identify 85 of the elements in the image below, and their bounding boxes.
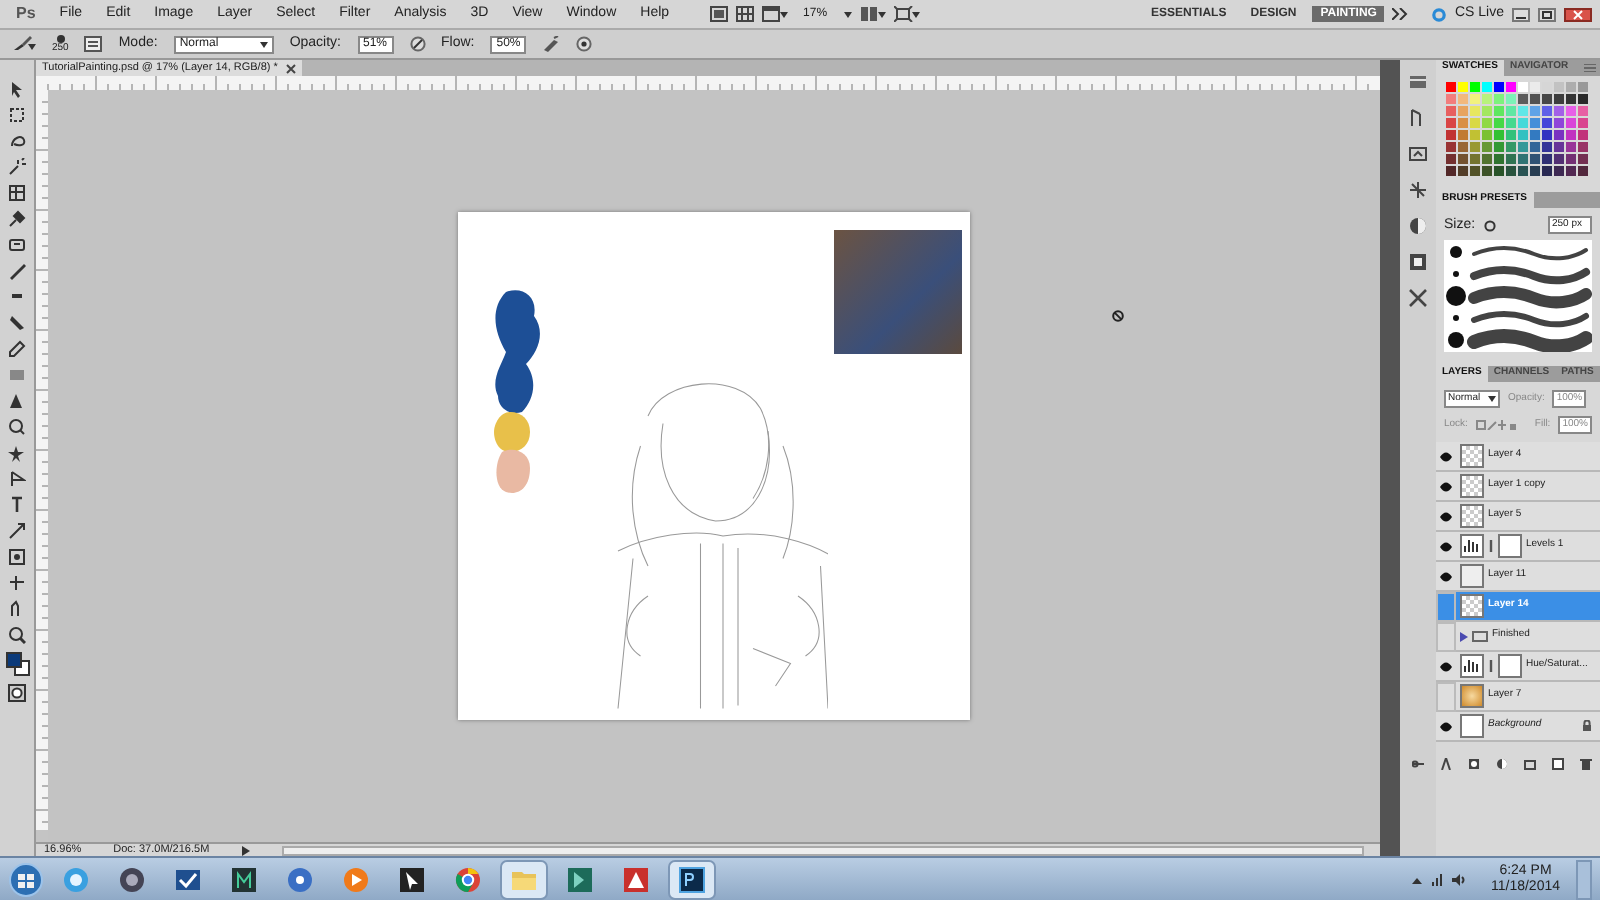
minimize-icon[interactable] bbox=[1512, 7, 1530, 21]
brush-tip-icon bbox=[55, 33, 66, 44]
maximize-icon[interactable] bbox=[1538, 7, 1556, 21]
mask-thumbnail bbox=[1498, 534, 1522, 558]
brush-tool-icon[interactable] bbox=[8, 262, 26, 280]
visibility-toggle[interactable] bbox=[1436, 591, 1456, 621]
quick-mask-icon[interactable] bbox=[8, 684, 26, 702]
chain-icon bbox=[1488, 540, 1494, 552]
caret-icon bbox=[1488, 396, 1496, 402]
reset-icon[interactable] bbox=[1483, 219, 1496, 231]
history-brush-icon[interactable] bbox=[8, 314, 26, 332]
adjustment-thumbnail-icon bbox=[1460, 654, 1484, 678]
arrange-icon[interactable] bbox=[859, 6, 886, 22]
expand-arrow-icon[interactable] bbox=[1460, 631, 1468, 641]
adjustments-icon[interactable] bbox=[1408, 216, 1428, 236]
healing-tool-icon[interactable] bbox=[8, 236, 26, 254]
start-button-icon[interactable] bbox=[8, 861, 44, 897]
blur-tool-icon[interactable] bbox=[8, 392, 26, 410]
adjustment-layer-icon[interactable] bbox=[1496, 758, 1508, 770]
pressure-opacity-icon[interactable] bbox=[409, 36, 425, 52]
dodge-tool-icon[interactable] bbox=[8, 418, 26, 436]
layer-mask-icon[interactable] bbox=[1468, 758, 1480, 770]
visibility-toggle[interactable] bbox=[1436, 681, 1456, 711]
chain-icon bbox=[1488, 660, 1494, 672]
type-tool-icon[interactable] bbox=[8, 496, 26, 514]
crop-tool-icon[interactable] bbox=[8, 184, 26, 202]
marquee-tool-icon[interactable] bbox=[8, 106, 26, 124]
brush-panel-icon[interactable] bbox=[84, 36, 103, 52]
layer-thumbnail bbox=[1460, 474, 1484, 498]
swatch-panel-icon[interactable] bbox=[1408, 72, 1428, 92]
network-icon[interactable] bbox=[1430, 873, 1445, 885]
fit-screen-icon[interactable] bbox=[893, 6, 920, 22]
path-tool-icon[interactable] bbox=[8, 470, 26, 488]
brush-cursor-icon bbox=[1112, 310, 1124, 322]
layer-thumbnail bbox=[1460, 444, 1484, 468]
menu-arrow-icon[interactable] bbox=[241, 845, 250, 855]
lasso-tool-icon[interactable] bbox=[8, 132, 26, 150]
tool-presets-icon[interactable] bbox=[1408, 288, 1428, 308]
photo-placeholder bbox=[834, 230, 962, 354]
caret-icon[interactable] bbox=[843, 11, 852, 17]
app-logo: Ps bbox=[14, 5, 38, 23]
cs-live-icon[interactable] bbox=[1432, 7, 1447, 21]
brush-strokes-drawing[interactable] bbox=[1444, 240, 1592, 352]
image-panel-icon[interactable] bbox=[1408, 144, 1428, 164]
volume-icon[interactable] bbox=[1452, 873, 1467, 885]
layer-style-icon[interactable] bbox=[1440, 758, 1452, 770]
layer-thumbnail bbox=[1460, 684, 1484, 708]
pressure-size-icon[interactable] bbox=[576, 36, 593, 52]
magic-wand-icon[interactable] bbox=[8, 158, 26, 176]
new-group-icon[interactable] bbox=[1524, 758, 1536, 770]
color-swatches-icon[interactable] bbox=[5, 652, 29, 676]
clone-source-icon[interactable] bbox=[1408, 180, 1428, 200]
delete-icon[interactable] bbox=[1580, 758, 1592, 770]
eyedropper-icon[interactable] bbox=[8, 210, 26, 228]
link-layers-icon[interactable] bbox=[1412, 758, 1424, 770]
zoom-tool-icon[interactable] bbox=[8, 626, 26, 644]
visibility-toggle[interactable] bbox=[1436, 621, 1456, 651]
new-layer-icon[interactable] bbox=[1552, 758, 1564, 770]
grid-icon[interactable] bbox=[735, 6, 754, 22]
layer-thumbnail bbox=[1460, 594, 1484, 618]
swatch-grid-drawing[interactable] bbox=[1444, 80, 1592, 180]
folder-icon bbox=[1472, 630, 1488, 642]
adjustment-thumbnail-icon bbox=[1460, 534, 1484, 558]
airbrush-icon[interactable] bbox=[542, 36, 561, 52]
3d-tool-icon[interactable] bbox=[8, 574, 26, 592]
brush-tool-icon[interactable] bbox=[12, 36, 36, 52]
eraser-icon[interactable] bbox=[8, 340, 26, 358]
mask-thumbnail bbox=[1498, 654, 1522, 678]
more-workspaces-icon[interactable] bbox=[1392, 8, 1409, 20]
close-icon[interactable] bbox=[1564, 7, 1592, 21]
shape-tool-icon[interactable] bbox=[8, 548, 26, 566]
layer-thumbnail bbox=[1460, 714, 1484, 738]
photo-editor-icon[interactable] bbox=[668, 859, 716, 899]
screen-mode-icon[interactable] bbox=[761, 6, 788, 22]
layer-thumbnail bbox=[1460, 504, 1484, 528]
close-icon[interactable] bbox=[285, 63, 296, 73]
view-extras-icon[interactable] bbox=[709, 6, 728, 22]
move-tool-icon[interactable] bbox=[8, 80, 26, 98]
layer-thumbnail bbox=[1460, 564, 1484, 588]
masks-icon[interactable] bbox=[1408, 252, 1428, 272]
tray-arrow-icon[interactable] bbox=[1412, 875, 1423, 883]
path-select-icon[interactable] bbox=[8, 522, 26, 540]
pen-tool-icon[interactable] bbox=[8, 444, 26, 462]
scrollbar[interactable] bbox=[281, 845, 1364, 855]
caret-icon bbox=[259, 41, 268, 47]
